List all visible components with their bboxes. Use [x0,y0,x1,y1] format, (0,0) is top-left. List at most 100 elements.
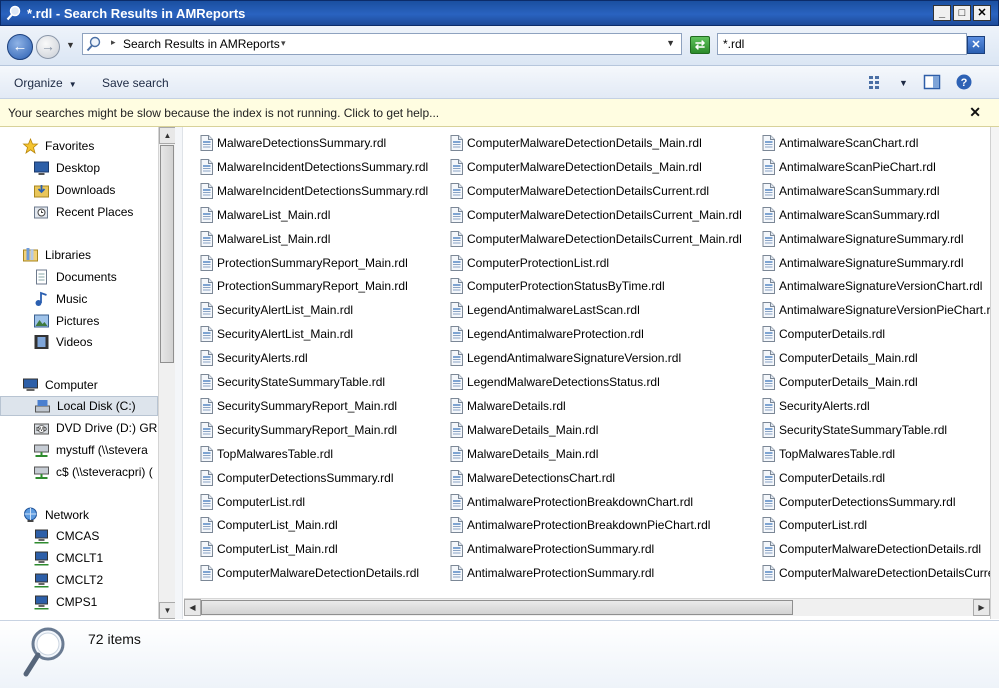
nav-item-local-disk[interactable]: Local Disk (C:) [0,396,158,416]
file-item[interactable]: AntimalwareProtectionBreakdownPieChart.r… [450,515,710,535]
file-item[interactable]: SecurityStateSummaryTable.rdl [762,420,947,440]
file-item[interactable]: MalwareDetectionsChart.rdl [450,468,615,488]
index-warning-text[interactable]: Your searches might be slow because the … [8,106,439,120]
minimize-button[interactable]: _ [933,5,951,21]
file-item[interactable]: MalwareDetails_Main.rdl [450,444,598,464]
file-item[interactable]: AntimalwareScanSummary.rdl [762,181,940,201]
nav-item-mystuff-share[interactable]: mystuff (\\stevera [33,440,148,460]
pane-splitter[interactable] [175,127,183,619]
file-item[interactable]: ComputerProtectionStatusByTime.rdl [450,276,665,296]
breadcrumb-separator-icon[interactable]: ▸ [111,37,116,48]
file-item[interactable]: ComputerList_Main.rdl [200,539,338,559]
file-item[interactable]: ComputerMalwareDetectionDetails_Main.rdl [450,157,702,177]
file-item[interactable]: AntimalwareProtectionBreakdownChart.rdl [450,492,693,512]
title-bar[interactable]: *.rdl - Search Results in AMReports _ □ … [0,0,999,26]
organize-button[interactable]: Organize ▼ [14,76,77,90]
address-dropdown-icon[interactable]: ▼ [666,38,675,48]
file-item[interactable]: SecurityAlertList_Main.rdl [200,324,353,344]
file-item[interactable]: ComputerDetectionsSummary.rdl [762,492,956,512]
nav-computer[interactable]: Computer [22,375,98,395]
file-item[interactable]: ComputerDetails_Main.rdl [762,372,918,392]
file-item[interactable]: AntimalwareScanSummary.rdl [762,205,940,225]
nav-item-downloads[interactable]: Downloads [33,180,115,200]
file-item[interactable]: MalwareDetectionsSummary.rdl [200,133,386,153]
nav-item-recent-places[interactable]: Recent Places [33,202,133,222]
scroll-left-arrow-icon[interactable]: ◀ [184,599,201,616]
recent-pages-dropdown-icon[interactable]: ▼ [66,40,75,50]
view-options-chevron-icon[interactable]: ▼ [899,78,908,88]
forward-button[interactable]: → [36,35,60,59]
nav-network[interactable]: Network [22,505,89,525]
file-item[interactable]: SecuritySummaryReport_Main.rdl [200,396,397,416]
breadcrumb-chevron-icon[interactable]: ▾ [281,38,286,49]
file-item[interactable]: ComputerDetectionsSummary.rdl [200,468,394,488]
file-item[interactable]: SecurityAlerts.rdl [762,396,870,416]
nav-item-cmcas[interactable]: CMCAS [33,526,99,546]
nav-item-cmps1[interactable]: CMPS1 [33,592,97,612]
file-item[interactable]: ComputerMalwareDetectionDetails.rdl [200,563,419,583]
close-button[interactable]: ✕ [973,5,991,21]
nav-item-videos[interactable]: Videos [33,332,92,352]
file-item[interactable]: SecurityAlertList_Main.rdl [200,300,353,320]
nav-item-pictures[interactable]: Pictures [33,311,99,331]
horizontal-scrollbar[interactable]: ◀ ▶ [184,598,990,616]
refresh-button[interactable]: ⇄ [690,36,710,54]
search-input[interactable]: *.rdl [717,33,967,55]
file-item[interactable]: ComputerProtectionList.rdl [450,253,609,273]
file-item[interactable]: AntimalwareProtectionSummary.rdl [450,563,654,583]
nav-item-c-share[interactable]: c$ (\\steveracpri) ( [33,462,153,482]
file-item[interactable]: ComputerMalwareDetectionDetailsCurrent.r… [450,181,709,201]
file-item[interactable]: ComputerMalwareDetectionDetails_Main.rdl [450,133,702,153]
file-item[interactable]: ComputerMalwareDetectionDetailsCurrent_M… [450,205,742,225]
scrollbar-thumb[interactable] [160,145,174,363]
file-item[interactable]: ComputerMalwareDetectionDetails.rdl [762,539,981,559]
file-item[interactable]: AntimalwareSignatureSummary.rdl [762,253,964,273]
file-item[interactable]: MalwareList_Main.rdl [200,205,330,225]
file-item[interactable]: SecuritySummaryReport_Main.rdl [200,420,397,440]
scroll-down-arrow-icon[interactable]: ▼ [159,602,176,619]
nav-item-dvd-drive[interactable]: DVD DVD Drive (D:) GRM [33,418,158,438]
file-item[interactable]: TopMalwaresTable.rdl [762,444,895,464]
file-item[interactable]: MalwareDetails_Main.rdl [450,420,598,440]
file-item[interactable]: ComputerMalwareDetectionDetailsCurre [762,563,990,583]
infobar-close-button[interactable]: ✕ [969,104,981,121]
file-item[interactable]: MalwareIncidentDetectionsSummary.rdl [200,181,428,201]
file-item[interactable]: ComputerList.rdl [762,515,867,535]
file-item[interactable]: ComputerDetails.rdl [762,324,885,344]
file-item[interactable]: ComputerDetails_Main.rdl [762,348,918,368]
file-item[interactable]: MalwareDetails.rdl [450,396,566,416]
save-search-button[interactable]: Save search [102,76,169,90]
address-bar[interactable]: ▸ Search Results in AMReports ▾ ▼ [82,33,682,55]
preview-pane-icon[interactable] [923,74,941,90]
file-item[interactable]: ComputerMalwareDetectionDetailsCurrent_M… [450,229,742,249]
search-clear-button[interactable]: ✕ [967,36,985,54]
file-item[interactable]: AntimalwareSignatureVersionChart.rdl [762,276,982,296]
file-item[interactable]: LegendMalwareDetectionsStatus.rdl [450,372,660,392]
nav-item-cmclt1[interactable]: CMCLT1 [33,548,103,568]
scroll-up-arrow-icon[interactable]: ▲ [159,127,176,144]
back-button[interactable]: ← [7,34,33,60]
file-item[interactable]: ProtectionSummaryReport_Main.rdl [200,276,408,296]
file-item[interactable]: AntimalwareScanChart.rdl [762,133,918,153]
file-item[interactable]: ComputerDetails.rdl [762,468,885,488]
nav-libraries[interactable]: Libraries [22,245,91,265]
scroll-right-arrow-icon[interactable]: ▶ [973,599,990,616]
navigation-pane-scrollbar[interactable]: ▲ ▼ [158,127,176,619]
file-item[interactable]: TopMalwaresTable.rdl [200,444,333,464]
file-item[interactable]: LegendAntimalwareLastScan.rdl [450,300,640,320]
nav-item-desktop[interactable]: Desktop [33,158,100,178]
file-item[interactable]: LegendAntimalwareProtection.rdl [450,324,644,344]
file-item[interactable]: MalwareList_Main.rdl [200,229,330,249]
file-item[interactable]: AntimalwareProtectionSummary.rdl [450,539,654,559]
nav-item-cmclt2[interactable]: CMCLT2 [33,570,103,590]
maximize-button[interactable]: □ [953,5,971,21]
file-item[interactable]: SecurityStateSummaryTable.rdl [200,372,385,392]
nav-favorites[interactable]: Favorites [22,136,94,156]
file-item[interactable]: MalwareIncidentDetectionsSummary.rdl [200,157,428,177]
breadcrumb[interactable]: Search Results in AMReports [123,37,280,51]
file-item[interactable]: AntimalwareSignatureVersionPieChart.rdl [762,300,990,320]
nav-item-documents[interactable]: Documents [33,267,117,287]
nav-item-music[interactable]: Music [33,289,87,309]
file-item[interactable]: ComputerList.rdl [200,492,305,512]
file-item[interactable]: ProtectionSummaryReport_Main.rdl [200,253,408,273]
